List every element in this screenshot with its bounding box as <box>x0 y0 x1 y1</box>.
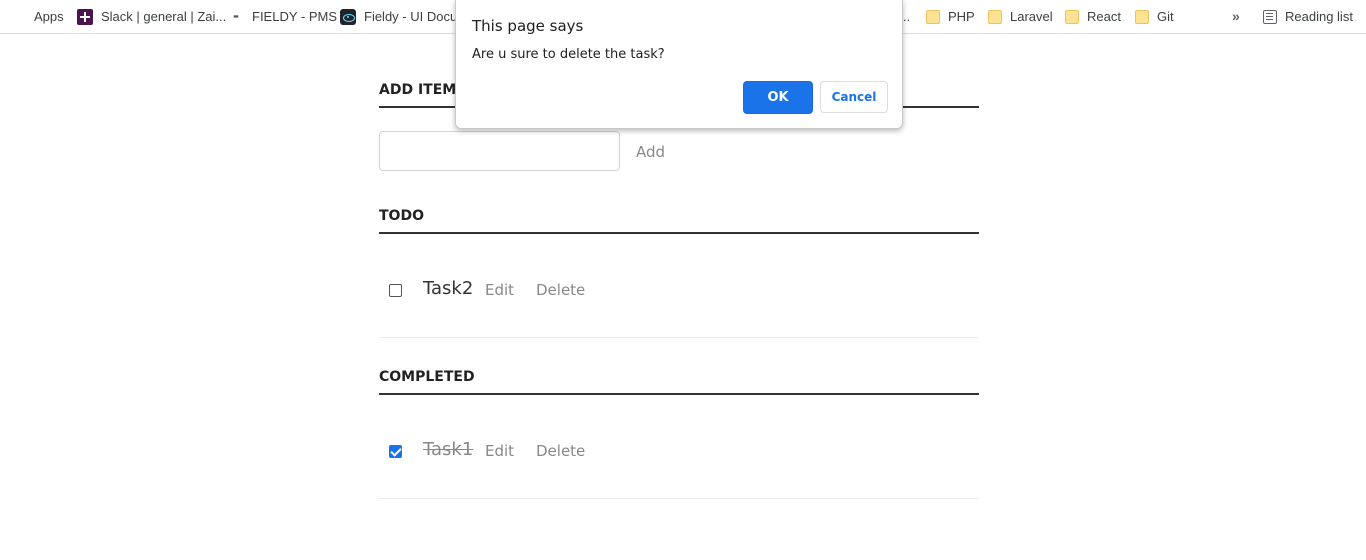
todo-task-row: Task2 Edit Delete <box>379 238 979 338</box>
bookmark-slack[interactable]: Slack | general | Zai... <box>77 0 226 33</box>
react-icon <box>340 8 356 25</box>
dialog-message: Are u sure to delete the task? <box>472 47 665 62</box>
cancel-button[interactable]: Cancel <box>820 81 888 113</box>
reading-list-button[interactable]: Reading list <box>1263 0 1353 33</box>
slack-icon <box>77 8 93 25</box>
bookmark-folder-php[interactable]: PHP <box>926 0 975 33</box>
dialog-title: This page says <box>472 17 584 35</box>
bookmark-fieldy-ui-docs[interactable]: Fieldy - UI Docum <box>340 0 468 33</box>
reading-list-label: Reading list <box>1285 9 1353 24</box>
add-button[interactable]: Add <box>636 143 665 161</box>
ok-button[interactable]: OK <box>743 81 813 114</box>
folder-icon <box>926 10 940 24</box>
task-delete-link[interactable]: Delete <box>536 281 585 299</box>
bookmark-folder-react[interactable]: React <box>1065 0 1121 33</box>
fieldy-logo-icon: ▬ <box>233 12 239 20</box>
task-delete-link[interactable]: Delete <box>536 442 585 460</box>
apps-grid-icon <box>10 9 26 25</box>
bookmark-label: Laravel <box>1010 9 1053 24</box>
bookmark-label: Slack | general | Zai... <box>101 9 227 24</box>
bookmark-label: Fieldy - UI Docum <box>364 9 469 24</box>
bookmark-label: PHP <box>948 9 975 24</box>
add-item-input[interactable] <box>379 131 620 171</box>
bookmarks-overflow-chevron-icon[interactable]: » <box>1232 0 1240 33</box>
completed-heading: COMPLETED <box>379 369 979 395</box>
completed-task-row: Task1 Edit Delete <box>379 399 979 499</box>
task-edit-link[interactable]: Edit <box>485 281 514 299</box>
bookmark-fieldy-pms[interactable]: ▬ FIELDY - PMS <box>228 0 337 33</box>
bookmark-folder-laravel[interactable]: Laravel <box>988 0 1053 33</box>
bookmark-truncated[interactable]: .. <box>903 0 910 33</box>
todo-heading: TODO <box>379 208 979 234</box>
folder-icon <box>988 10 1002 24</box>
bookmark-label: FIELDY - PMS <box>252 9 338 24</box>
task-checkbox-checked[interactable] <box>389 445 402 458</box>
confirm-dialog: This page says Are u sure to delete the … <box>455 0 903 129</box>
bookmark-label: Git <box>1157 9 1174 24</box>
task-checkbox[interactable] <box>389 284 402 297</box>
folder-icon <box>1065 10 1079 24</box>
reading-list-icon <box>1263 9 1277 24</box>
bookmark-apps[interactable]: Apps <box>10 0 64 33</box>
bookmark-label: .. <box>903 9 911 24</box>
bookmark-folder-git[interactable]: Git <box>1135 0 1174 33</box>
bookmark-label: React <box>1087 9 1121 24</box>
task-name-completed: Task1 <box>423 439 474 460</box>
bookmark-label: Apps <box>34 9 64 24</box>
task-edit-link[interactable]: Edit <box>485 442 514 460</box>
folder-icon <box>1135 10 1149 24</box>
task-name: Task2 <box>423 278 474 299</box>
